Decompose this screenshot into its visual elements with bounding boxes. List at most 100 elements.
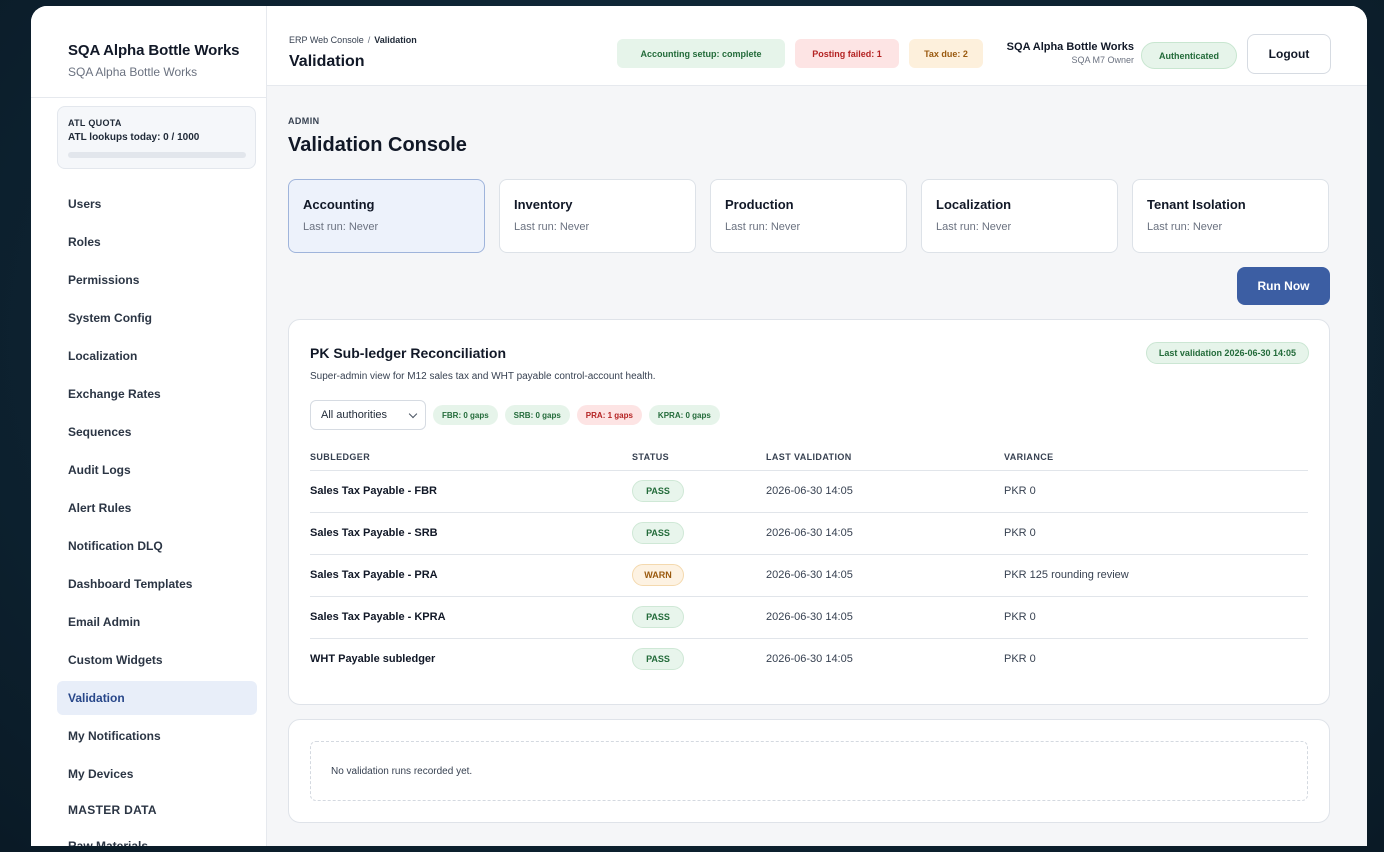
table-row[interactable]: Sales Tax Payable - KPRA PASS 2026-06-30 1… <box>310 597 1308 639</box>
variance-cell: PKR 0 <box>1004 527 1036 539</box>
org-name: SQA Alpha Bottle Works <box>1006 41 1134 53</box>
reconciliation-card: PK Sub-ledger Reconciliation Super-admin… <box>288 319 1330 705</box>
authority-gap-chip[interactable]: FBR: 0 gaps <box>433 405 498 425</box>
authority-select[interactable]: All authorities <box>310 400 426 430</box>
tab-last-run: Last run: Never <box>1147 221 1223 233</box>
section-eyebrow: ADMIN <box>288 116 320 126</box>
breadcrumb-root[interactable]: ERP Web Console <box>289 35 364 45</box>
subledger-name: Sales Tax Payable - KPRA <box>310 611 446 623</box>
sidebar-item-alert-rules[interactable]: Alert Rules <box>57 491 257 525</box>
main: ERP Web Console / Validation Validation Ac… <box>267 6 1367 846</box>
variance-cell: PKR 0 <box>1004 653 1036 665</box>
sidebar-item-sequences[interactable]: Sequences <box>57 415 257 449</box>
last-validation-badge: Last validation 2026-06-30 14:05 <box>1145 342 1309 364</box>
console-title: Validation Console <box>288 134 467 156</box>
sidebar-item-permissions[interactable]: Permissions <box>57 263 257 297</box>
sidebar-item-roles[interactable]: Roles <box>57 225 257 259</box>
sidebar-item-notification-dlq[interactable]: Notification DLQ <box>57 529 257 563</box>
quota-progress-bar <box>68 152 246 159</box>
org-info: SQA Alpha Bottle Works SQA M7 Owner <box>1007 41 1134 65</box>
column-header-last-validation: LAST VALIDATION <box>766 452 852 462</box>
status-badge: PASS <box>632 522 684 544</box>
tab-name: Inventory <box>514 197 573 212</box>
tax-due-badge[interactable]: Tax due: 2 <box>909 39 983 68</box>
breadcrumb-current: Validation <box>374 35 417 45</box>
sidebar-item-dashboard-templates[interactable]: Dashboard Templates <box>57 567 257 601</box>
tab-production[interactable]: Production Last run: Never <box>710 179 907 253</box>
column-header-subledger: SUBLEDGER <box>310 452 371 462</box>
sidebar-nav: Users Roles Permissions System Config Locali… <box>31 187 266 795</box>
sidebar-item-my-devices[interactable]: My Devices <box>57 757 257 791</box>
brand-subtitle: SQA Alpha Bottle Works <box>68 65 198 79</box>
status-badge: WARN <box>632 564 684 586</box>
sidebar-item-email-admin[interactable]: Email Admin <box>57 605 257 639</box>
brand: SQA Alpha Bottle Works SQA Alpha Bottle … <box>31 6 266 99</box>
column-header-variance: VARIANCE <box>1004 452 1054 462</box>
reconciliation-title: PK Sub-ledger Reconciliation <box>310 345 507 361</box>
column-header-status: STATUS <box>632 452 670 462</box>
status-badge: PASS <box>632 480 684 502</box>
tab-inventory[interactable]: Inventory Last run: Never <box>499 179 696 253</box>
sidebar-item-exchange-rates[interactable]: Exchange Rates <box>57 377 257 411</box>
subledger-name: Sales Tax Payable - PRA <box>310 569 438 581</box>
authority-gap-chip[interactable]: KPRA: 0 gaps <box>648 405 720 425</box>
authority-select-value: All authorities <box>321 409 388 421</box>
sidebar-item-system-config[interactable]: System Config <box>57 301 257 335</box>
tab-last-run: Last run: Never <box>936 221 1012 233</box>
app-window: SQA Alpha Bottle Works SQA Alpha Bottle … <box>31 6 1367 846</box>
subledger-name: Sales Tax Payable - SRB <box>310 527 438 539</box>
tab-name: Accounting <box>303 197 375 212</box>
status-badge: PASS <box>632 648 684 670</box>
tab-name: Production <box>725 197 794 212</box>
last-validation-cell: 2026-06-30 14:05 <box>766 527 853 539</box>
validation-tabs: Accounting Last run: Never Inventory Last r… <box>288 179 1329 253</box>
tab-tenant-isolation[interactable]: Tenant Isolation Last run: Never <box>1132 179 1329 253</box>
sidebar-item-custom-widgets[interactable]: Custom Widgets <box>57 643 257 677</box>
tab-localization[interactable]: Localization Last run: Never <box>921 179 1118 253</box>
posting-failed-badge[interactable]: Posting failed: 1 <box>795 39 899 68</box>
sidebar-item-raw-materials[interactable]: Raw Materials <box>68 839 266 846</box>
table-row[interactable]: Sales Tax Payable - FBR PASS 2026-06-30 14… <box>310 471 1308 513</box>
quota-label: ATL QUOTA <box>68 118 122 129</box>
tab-last-run: Last run: Never <box>303 221 379 233</box>
variance-cell: PKR 0 <box>1004 485 1036 497</box>
tab-last-run: Last run: Never <box>725 221 801 233</box>
table-row[interactable]: Sales Tax Payable - PRA WARN 2026-06-30 14… <box>310 555 1308 597</box>
quota-text: ATL lookups today: 0 / 1000 <box>68 132 200 144</box>
topbar: ERP Web Console / Validation Validation Ac… <box>267 6 1367 86</box>
accounting-setup-badge[interactable]: Accounting setup: complete <box>617 39 785 68</box>
atl-quota-card: ATL QUOTA ATL lookups today: 0 / 1000 <box>57 106 256 169</box>
authority-gap-chip[interactable]: PRA: 1 gaps <box>576 405 642 425</box>
sidebar-item-audit-logs[interactable]: Audit Logs <box>57 453 257 487</box>
content: ADMIN Validation Console Accounting Last … <box>267 86 1367 846</box>
table-header: SUBLEDGER STATUS LAST VALIDATION VARIANCE <box>310 446 1308 471</box>
sidebar-item-localization[interactable]: Localization <box>57 339 257 373</box>
subledger-name: Sales Tax Payable - FBR <box>310 485 437 497</box>
table-body: Sales Tax Payable - FBR PASS 2026-06-30 14… <box>310 471 1308 681</box>
empty-runs-message: No validation runs recorded yet. <box>310 741 1308 801</box>
logout-button[interactable]: Logout <box>1247 34 1331 74</box>
sidebar-item-my-notifications[interactable]: My Notifications <box>57 719 257 753</box>
authority-gap-chip[interactable]: SRB: 0 gaps <box>504 405 570 425</box>
breadcrumb: ERP Web Console / Validation <box>289 35 417 45</box>
table-row[interactable]: Sales Tax Payable - SRB PASS 2026-06-30 14… <box>310 513 1308 555</box>
table-row[interactable]: WHT Payable subledger PASS 2026-06-30 14:0… <box>310 639 1308 681</box>
last-validation-cell: 2026-06-30 14:05 <box>766 653 853 665</box>
filter-bar: All authorities FBR: 0 gaps SRB: 0 gaps PR… <box>310 400 720 430</box>
sidebar-item-users[interactable]: Users <box>57 187 257 221</box>
chevron-down-icon <box>408 409 418 419</box>
org-role: SQA M7 Owner <box>1071 55 1134 65</box>
authenticated-badge: Authenticated <box>1141 42 1237 69</box>
tab-accounting[interactable]: Accounting Last run: Never <box>288 179 485 253</box>
variance-cell: PKR 125 rounding review <box>1004 569 1129 581</box>
reconciliation-subtitle: Super-admin view for M12 sales tax and W… <box>310 371 656 382</box>
run-now-button[interactable]: Run Now <box>1237 267 1330 305</box>
page-title: Validation <box>289 53 365 70</box>
status-badge: PASS <box>632 606 684 628</box>
sidebar-item-validation[interactable]: Validation <box>57 680 257 715</box>
validation-runs-card: No validation runs recorded yet. <box>288 719 1330 823</box>
brand-title: SQA Alpha Bottle Works <box>68 42 240 59</box>
last-validation-cell: 2026-06-30 14:05 <box>766 611 853 623</box>
subledger-name: WHT Payable subledger <box>310 653 436 665</box>
subledger-table: SUBLEDGER STATUS LAST VALIDATION VARIANCE S… <box>310 446 1308 681</box>
